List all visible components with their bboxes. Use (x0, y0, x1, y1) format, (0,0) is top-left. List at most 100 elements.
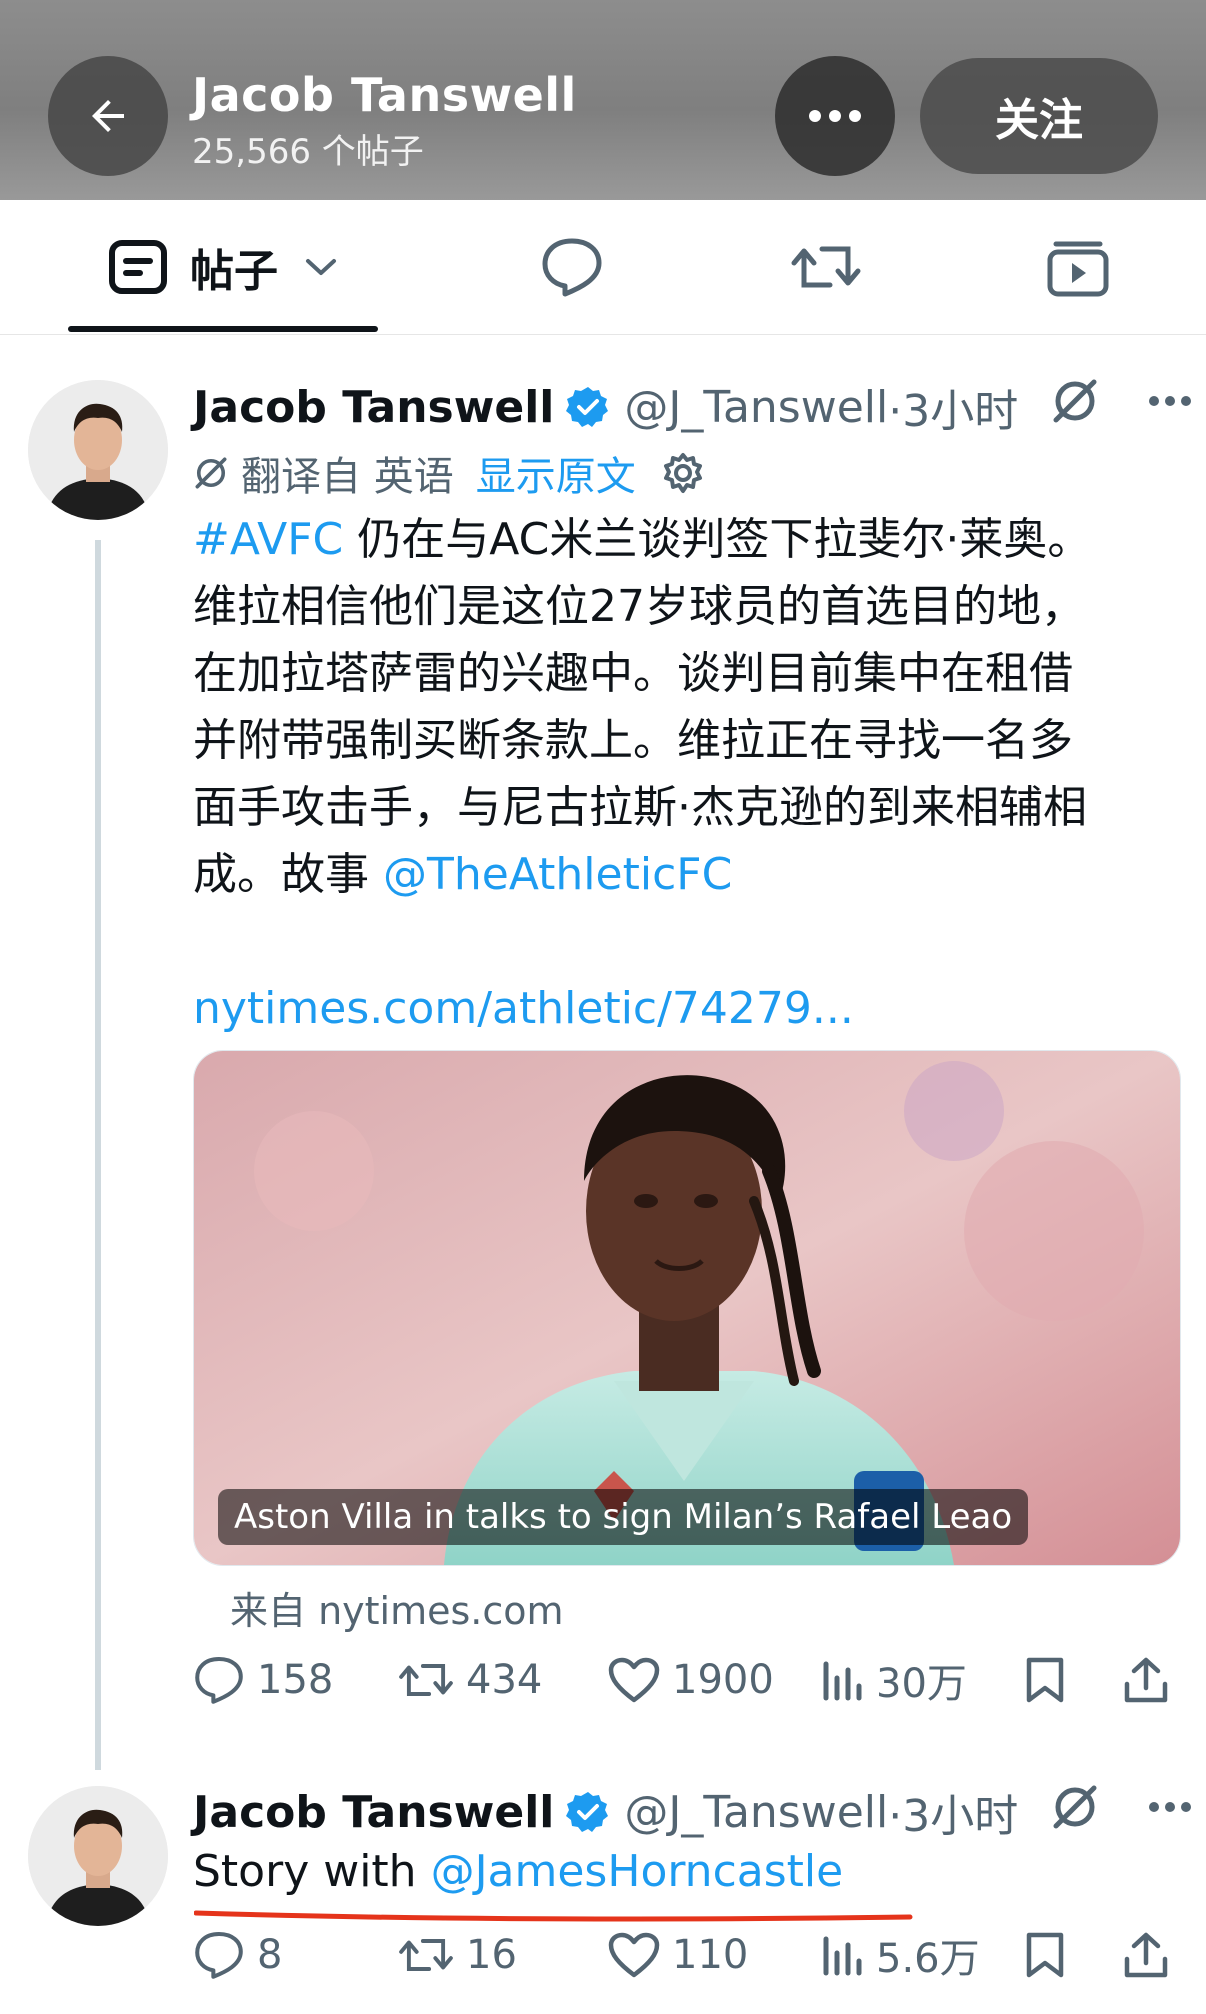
tweet-line: 并附带强制买断条款上。维拉正在寻找一名多 (193, 715, 1073, 766)
avatar[interactable] (28, 380, 168, 520)
repost-count: 434 (466, 1657, 543, 1703)
tweet-text: 成。故事 (193, 849, 383, 900)
reply-icon (195, 1657, 243, 1704)
bookmark-icon (1026, 1657, 1064, 1703)
mention-link[interactable]: @TheAthleticFC (383, 849, 732, 900)
bookmark-button[interactable] (1025, 1925, 1065, 1985)
more-options-button[interactable] (775, 56, 895, 176)
reply-count: 8 (257, 1932, 283, 1978)
tweet-more-icon[interactable] (1148, 395, 1192, 407)
follow-button[interactable]: 关注 (920, 58, 1158, 174)
grok-translate-icon (195, 457, 227, 489)
show-original-link[interactable]: 显示原文 (476, 444, 636, 502)
views-chart-icon (823, 1661, 862, 1701)
repost-button[interactable]: 434 (398, 1650, 542, 1710)
profile-photo-icon (28, 380, 168, 520)
repost-button[interactable]: 16 (398, 1925, 517, 1985)
tweet-body: #AVFC 仍在与AC米兰谈判签下拉斐尔·莱奥。 维拉相信他们是这位27岁球员的… (193, 506, 1173, 1042)
tweet-text: Story with (193, 1846, 431, 1897)
like-button[interactable]: 1900 (608, 1650, 774, 1710)
share-button[interactable] (1123, 1925, 1169, 1985)
like-count: 110 (672, 1932, 749, 1978)
tab-media[interactable] (1046, 200, 1110, 334)
tweet-header-actions (1050, 1782, 1192, 1832)
tweet-line: 在加拉塔萨雷的兴趣中。谈判目前集中在租借 (193, 648, 1073, 699)
tweet-handle[interactable]: @J_Tanswell (624, 1787, 888, 1838)
views-button[interactable]: 30万 (820, 1650, 967, 1710)
card-source[interactable]: 来自 nytimes.com (230, 1580, 564, 1635)
more-dots-icon (809, 110, 861, 122)
tweet-actions: 158 434 1900 30万 (193, 1650, 1179, 1710)
tweet-time[interactable]: ·3小时 (888, 1780, 1018, 1844)
tweet-more-icon[interactable] (1148, 1801, 1192, 1813)
tweet-line: 成。故事 @TheAthleticFC (193, 841, 1173, 908)
tweet-line: #AVFC 仍在与AC米兰谈判签下拉斐尔·莱奥。 (193, 506, 1173, 573)
tweet-line: 面手攻击手，与尼古拉斯·杰克逊的到来相辅相 (193, 782, 1087, 833)
back-arrow-icon (92, 100, 124, 132)
view-count: 30万 (876, 1661, 967, 1707)
profile-tabs: 帖子 (0, 200, 1206, 335)
link-card[interactable]: Aston Villa in talks to sign Milan’s Raf… (193, 1050, 1181, 1566)
avatar[interactable] (28, 1786, 168, 1926)
settings-gear-icon[interactable] (662, 452, 704, 494)
reply-icon (195, 1932, 243, 1979)
thread-line (95, 540, 101, 1770)
post-count: 25,566 个帖子 (192, 132, 424, 172)
repost-icon (791, 246, 861, 288)
like-button[interactable]: 110 (608, 1925, 748, 1985)
tweet-text: 仍在与AC米兰谈判签下拉斐尔·莱奥。 (343, 514, 1092, 565)
tab-reposts[interactable] (790, 200, 862, 334)
repost-icon (399, 1939, 453, 1971)
tweet-header: Jacob Tanswell @J_Tanswell ·3小时 (193, 1780, 1018, 1844)
active-tab-indicator (68, 326, 378, 332)
repost-count: 16 (466, 1932, 517, 1978)
verified-badge-icon (566, 387, 609, 427)
media-icon (1047, 241, 1109, 297)
heart-icon (608, 1657, 660, 1703)
bookmark-button[interactable] (1025, 1650, 1065, 1710)
translation-row: 翻译自 英语 显示原文 (193, 444, 704, 502)
tweet-header-actions (1050, 376, 1192, 426)
article-link[interactable]: nytimes.com/athletic/74279... (193, 975, 1173, 1042)
annotation-underline (194, 1910, 913, 1922)
share-button[interactable] (1123, 1650, 1169, 1710)
like-count: 1900 (672, 1657, 774, 1703)
verified-badge-icon (566, 1792, 609, 1832)
tweet-time[interactable]: ·3小时 (888, 375, 1018, 439)
posts-icon (109, 240, 167, 294)
profile-header: Jacob Tanswell 25,566 个帖子 关注 (0, 0, 1206, 200)
tweet-line: 维拉相信他们是这位27岁球员的首选目的地， (193, 581, 1085, 632)
views-chart-icon (823, 1936, 862, 1976)
back-button[interactable] (48, 56, 168, 176)
tab-posts[interactable]: 帖子 (108, 200, 338, 334)
profile-photo-icon (28, 1786, 168, 1926)
mention-link[interactable]: @JamesHorncastle (431, 1846, 844, 1897)
heart-icon (608, 1932, 660, 1978)
repost-icon (399, 1664, 453, 1696)
reply-button[interactable]: 8 (193, 1925, 282, 1985)
views-button[interactable]: 5.6万 (820, 1925, 980, 1985)
reply-icon (542, 238, 602, 297)
chevron-down-icon (306, 259, 336, 275)
reply-count: 158 (257, 1657, 334, 1703)
grok-icon[interactable] (1050, 1782, 1100, 1832)
tweet-handle[interactable]: @J_Tanswell (624, 382, 888, 433)
tweet-author-name[interactable]: Jacob Tanswell (193, 382, 554, 433)
tab-replies[interactable] (540, 200, 604, 334)
share-icon (1124, 1657, 1168, 1703)
tweet-actions: 8 16 110 5.6万 (193, 1925, 1179, 1985)
grok-icon[interactable] (1050, 376, 1100, 426)
tab-posts-label: 帖子 (190, 246, 278, 297)
share-icon (1124, 1932, 1168, 1978)
card-caption: Aston Villa in talks to sign Milan’s Raf… (218, 1489, 1029, 1545)
bookmark-icon (1026, 1932, 1064, 1978)
translation-label: 翻译自 英语 (241, 454, 454, 500)
tweet-author-name[interactable]: Jacob Tanswell (193, 1787, 554, 1838)
hashtag-link[interactable]: #AVFC (193, 514, 343, 565)
tweet-header: Jacob Tanswell @J_Tanswell ·3小时 (193, 375, 1018, 439)
view-count: 5.6万 (876, 1936, 980, 1982)
article-photo (194, 1051, 1180, 1565)
tweet-body: Story with @JamesHorncastle (193, 1842, 843, 1902)
reply-button[interactable]: 158 (193, 1650, 333, 1710)
